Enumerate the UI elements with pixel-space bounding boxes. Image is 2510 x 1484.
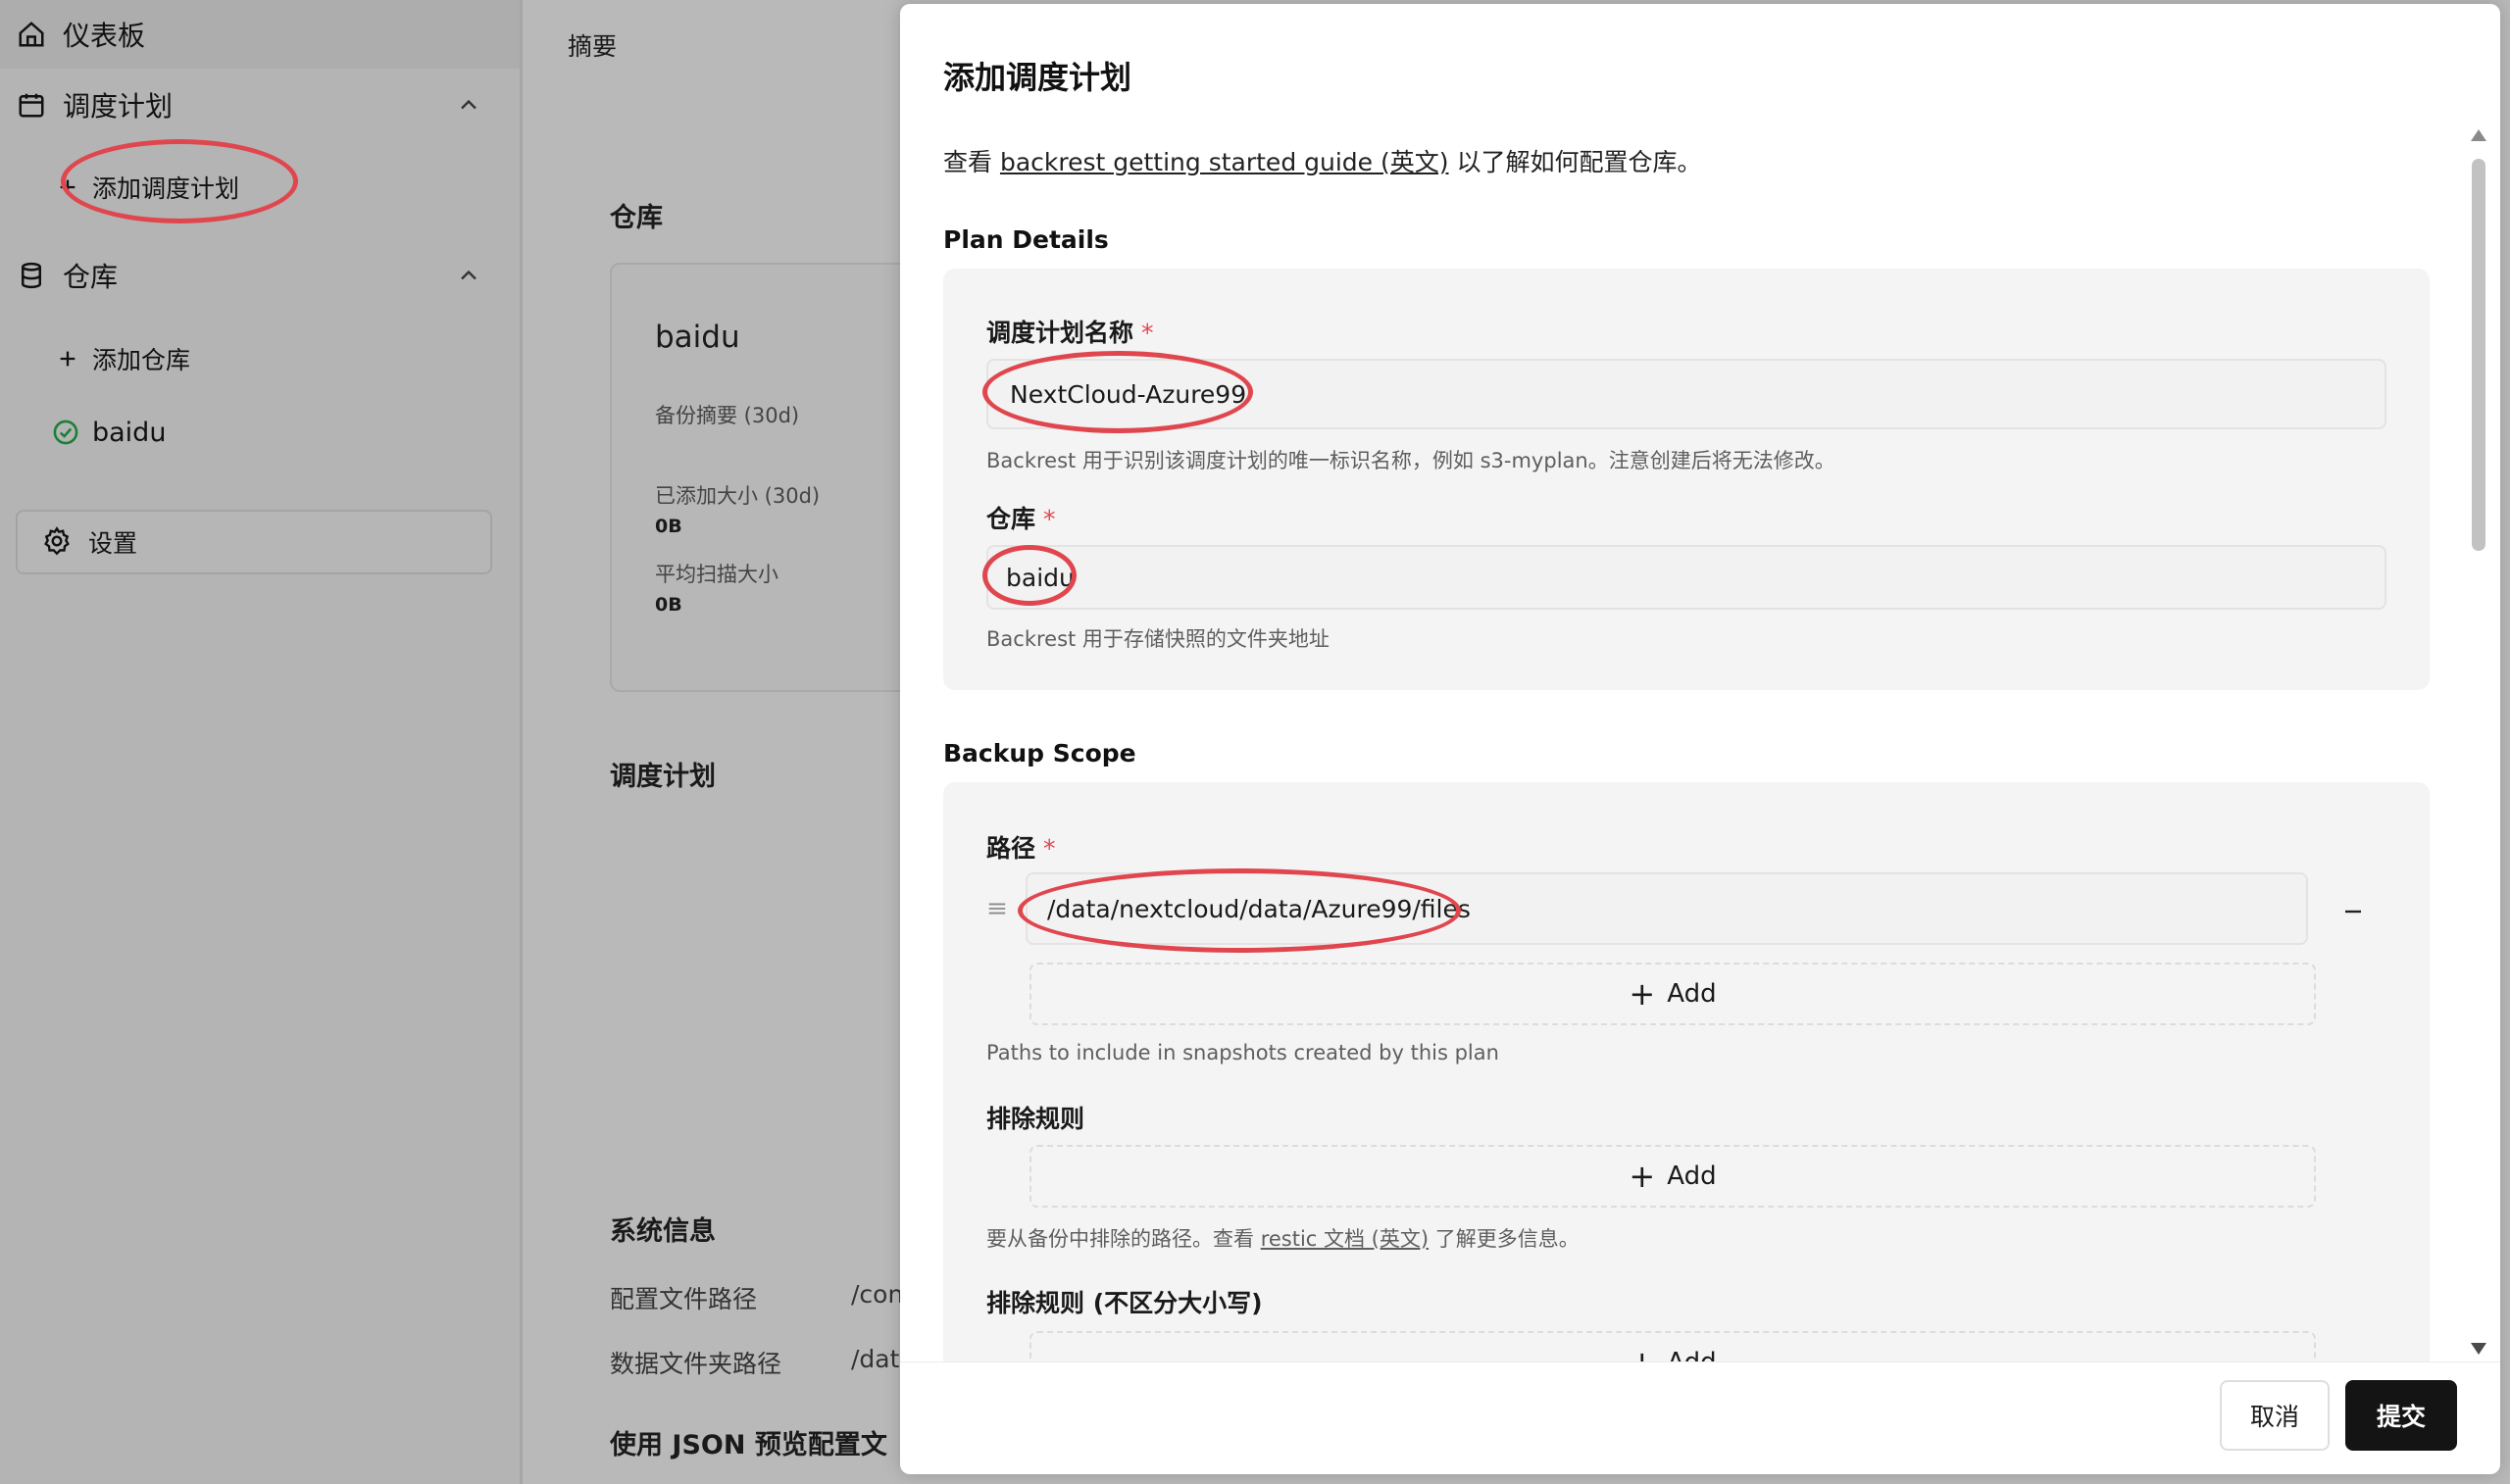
config-path-label: 配置文件路径 [610, 1285, 758, 1313]
remove-path-icon[interactable] [2341, 900, 2365, 923]
data-path-label: 数据文件夹路径 [610, 1350, 782, 1378]
json-preview-heading[interactable]: 使用 JSON 预览配置文 [610, 1423, 887, 1461]
summary-tab[interactable]: 摘要 [568, 27, 617, 63]
paths-help: Paths to include in snapshots created by… [986, 1041, 1499, 1064]
plus-icon: + [1629, 1347, 1655, 1361]
add-plan-modal: 添加调度计划 查看 backrest getting started guide… [900, 4, 2500, 1474]
drag-handle-icon[interactable] [986, 898, 1008, 919]
backup-scope-panel: 路径 * /data/nextcloud/data/Azure99/files +… [943, 782, 2430, 1361]
scrollbar-thumb[interactable] [2472, 159, 2485, 551]
sidebar-item-label: baidu [92, 417, 167, 448]
plans-heading: 调度计划 [610, 762, 716, 792]
paths-label: 路径 * [986, 834, 1056, 863]
sidebar-item-dashboard[interactable]: 仪表板 [0, 0, 520, 69]
sidebar-item-label: 添加调度计划 [92, 174, 240, 203]
repo-label: 仓库 * [986, 505, 1056, 533]
sidebar-item-repo-baidu[interactable]: baidu [0, 402, 520, 463]
modal-scrollbar[interactable] [2469, 129, 2488, 1355]
excludes-label: 排除规则 [986, 1105, 1085, 1133]
repo-select[interactable]: baidu [986, 545, 2386, 610]
modal-footer: 取消 提交 [900, 1361, 2500, 1474]
sidebar-item-plans[interactable]: 调度计划 [0, 74, 520, 135]
sidebar-item-add-plan[interactable]: 添加调度计划 [0, 157, 520, 218]
scroll-down-arrow-icon[interactable] [2471, 1343, 2486, 1355]
calendar-icon [14, 87, 49, 123]
iexcludes-label: 排除规则 (不区分大小写) [986, 1289, 1263, 1317]
plan-details-title: Plan Details [943, 225, 1109, 254]
plus-icon: + [1629, 975, 1656, 1013]
added-size-value: 0B [655, 516, 682, 537]
repos-heading: 仓库 [610, 203, 663, 233]
plus-icon: + [1629, 1158, 1656, 1195]
check-circle-icon [51, 415, 80, 450]
sidebar-item-label: 调度计划 [63, 90, 174, 123]
sidebar-item-label: 添加仓库 [92, 346, 191, 374]
plan-name-label: 调度计划名称 * [986, 319, 1154, 347]
repo-help: Backrest 用于存储快照的文件夹地址 [986, 627, 1330, 651]
plan-details-panel: 调度计划名称 * NextCloud-Azure99 Backrest 用于识别该… [943, 269, 2430, 690]
sidebar-item-label: 仓库 [63, 261, 119, 293]
backup-summary-label: 备份摘要 (30d) [655, 404, 800, 427]
path-input[interactable]: /data/nextcloud/data/Azure99/files [1026, 872, 2308, 945]
plan-name-input[interactable]: NextCloud-Azure99 [986, 359, 2386, 429]
plan-name-help: Backrest 用于识别该调度计划的唯一标识名称，例如 s3-myplan。注… [986, 449, 1835, 472]
avg-scan-value: 0B [655, 594, 682, 616]
modal-body: 添加调度计划 查看 backrest getting started guide… [900, 4, 2500, 1361]
sidebar-item-repos[interactable]: 仓库 [0, 245, 520, 306]
chevron-up-icon[interactable] [455, 91, 482, 119]
restic-docs-link[interactable]: restic 文档 (英文) [1261, 1227, 1429, 1251]
submit-button[interactable]: 提交 [2345, 1380, 2457, 1451]
plus-icon [55, 170, 80, 205]
add-path-button[interactable]: + Add [1029, 963, 2316, 1025]
sidebar-item-add-repo[interactable]: 添加仓库 [0, 328, 520, 389]
settings-label: 设置 [88, 529, 138, 558]
excludes-help: 要从备份中排除的路径。查看 restic 文档 (英文) 了解更多信息。 [986, 1227, 1580, 1251]
sysinfo-heading: 系统信息 [610, 1216, 716, 1247]
home-icon [14, 17, 49, 52]
gear-icon [41, 525, 75, 559]
added-size-label: 已添加大小 (30d) [655, 484, 821, 508]
getting-started-link[interactable]: backrest getting started guide (英文) [1000, 148, 1449, 176]
avg-scan-label: 平均扫描大小 [655, 563, 778, 586]
modal-intro: 查看 backrest getting started guide (英文) 以… [943, 148, 1702, 176]
data-path-value: /dat [851, 1345, 900, 1373]
cancel-button[interactable]: 取消 [2220, 1380, 2330, 1451]
repo-card-title: baidu [655, 320, 740, 355]
settings-button[interactable]: 设置 [16, 510, 492, 574]
database-icon [14, 258, 49, 293]
scroll-up-arrow-icon[interactable] [2471, 129, 2486, 141]
add-iexclude-button[interactable]: + Add [1029, 1331, 2316, 1361]
sidebar: 仪表板 调度计划 添加调度计划 仓库 添加仓库 baidu 设置 [0, 0, 523, 1484]
chevron-up-icon[interactable] [455, 262, 482, 289]
modal-title: 添加调度计划 [943, 59, 1132, 96]
config-path-value: /con [851, 1280, 904, 1309]
backup-scope-title: Backup Scope [943, 739, 1136, 767]
add-exclude-button[interactable]: + Add [1029, 1145, 2316, 1208]
plus-icon [55, 341, 80, 376]
sidebar-item-label: 仪表板 [63, 20, 146, 52]
